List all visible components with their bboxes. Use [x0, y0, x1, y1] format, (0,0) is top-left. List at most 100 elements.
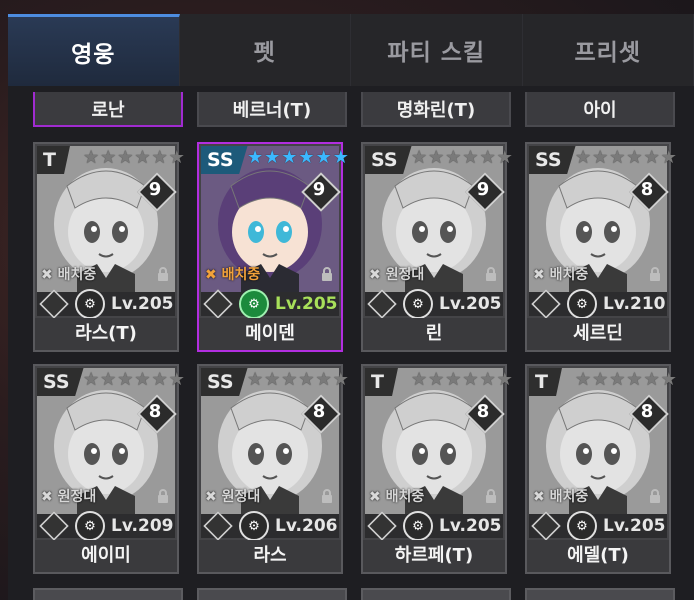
star-icon: ★: [462, 147, 479, 168]
star-icon: ★: [332, 369, 349, 390]
hero-name: 린: [363, 318, 505, 350]
hero-card-partial[interactable]: [361, 588, 511, 600]
hero-name-partial[interactable]: 로난: [33, 92, 183, 127]
hero-level: Lv.205: [439, 294, 502, 314]
deploy-status: ✖ 배치중: [533, 486, 588, 506]
hero-name: 에델(T): [527, 540, 669, 572]
tab-heroes[interactable]: 영웅: [8, 14, 180, 86]
awakening-badge: 8: [301, 394, 341, 434]
star-icon: ★: [315, 369, 332, 390]
status-text: 원정대: [57, 489, 97, 505]
star-icon: ★: [609, 369, 626, 390]
tab-party-skill[interactable]: 파티 스킬: [351, 14, 523, 86]
hero-info-bar: ⚙ Lv.209: [37, 511, 175, 541]
star-icon: ★: [609, 147, 626, 168]
star-rating: ★ ★ ★ ★ ★ ★: [411, 370, 513, 390]
hero-info-bar: ⚙ Lv.205: [365, 289, 503, 319]
hero-info-bar: ⚙ Lv.205: [37, 289, 175, 319]
star-icon: ★: [332, 147, 349, 168]
hero-card-partial[interactable]: [525, 588, 675, 600]
status-text: 배치중: [549, 489, 589, 505]
hero-card[interactable]: T ★ ★ ★ ★ ★ ★ 9 ✖ 배치중 ⚙ Lv.205 라스(T): [33, 142, 185, 352]
star-icon: ★: [445, 147, 462, 168]
hero-level: Lv.210: [603, 294, 666, 314]
tab-bar: 영웅 펫 파티 스킬 프리셋: [8, 14, 694, 86]
hero-name: 라스: [199, 540, 341, 572]
awakening-badge: 8: [629, 172, 669, 212]
star-icon: ★: [151, 369, 168, 390]
deploy-status: ✖ 원정대: [369, 264, 424, 284]
lock-icon[interactable]: [321, 266, 333, 281]
lock-icon[interactable]: [649, 266, 661, 281]
hero-card[interactable]: SS ★ ★ ★ ★ ★ ★ 8 ✖ 배치중 ⚙ Lv.210 세르딘: [525, 142, 677, 352]
hero-card[interactable]: T ★ ★ ★ ★ ★ ★ 8 ✖ 배치중 ⚙ Lv.205 하르페(T): [361, 364, 513, 574]
lock-icon[interactable]: [157, 488, 169, 503]
deploy-status: ✖ 원정대: [41, 486, 96, 506]
sword-icon: ✖: [533, 489, 545, 505]
tab-preset[interactable]: 프리셋: [523, 14, 694, 86]
lock-icon[interactable]: [485, 266, 497, 281]
sword-icon: ✖: [41, 489, 53, 505]
star-icon: ★: [462, 369, 479, 390]
hero-name: 메이덴: [199, 318, 341, 350]
sword-icon: ✖: [205, 267, 217, 283]
element-icon: ⚙: [567, 511, 597, 541]
lock-icon[interactable]: [157, 266, 169, 281]
hero-name-partial[interactable]: 베르너(T): [197, 92, 347, 127]
hero-name-partial[interactable]: 명화린(T): [361, 92, 511, 127]
lock-icon[interactable]: [321, 488, 333, 503]
star-icon: ★: [100, 369, 117, 390]
status-text: 원정대: [385, 267, 425, 283]
hero-level: Lv.206: [275, 516, 338, 536]
star-icon: ★: [83, 147, 100, 168]
star-icon: ★: [264, 147, 281, 168]
hero-card[interactable]: T ★ ★ ★ ★ ★ ★ 8 ✖ 배치중 ⚙ Lv.205 에델(T): [525, 364, 677, 574]
tab-pets[interactable]: 펫: [180, 14, 351, 86]
element-icon: ⚙: [403, 289, 433, 319]
star-icon: ★: [592, 369, 609, 390]
hero-level: Lv.205: [603, 516, 666, 536]
star-rating: ★ ★ ★ ★ ★ ★: [83, 370, 185, 390]
lock-icon[interactable]: [485, 488, 497, 503]
sword-icon: ✖: [205, 489, 217, 505]
hero-card[interactable]: SS ★ ★ ★ ★ ★ ★ 8 ✖ 원정대 ⚙ Lv.206 라스: [197, 364, 349, 574]
star-icon: ★: [626, 147, 643, 168]
hero-card[interactable]: SS ★ ★ ★ ★ ★ ★ 9 ✖ 배치중 ⚙ Lv.205 메이덴: [197, 142, 349, 352]
role-icon: [39, 511, 69, 541]
star-icon: ★: [575, 147, 592, 168]
hero-name: 에이미: [35, 540, 177, 572]
element-icon: ⚙: [75, 289, 105, 319]
hero-card-partial[interactable]: [197, 588, 347, 600]
awakening-value: 9: [312, 179, 326, 200]
hero-card[interactable]: SS ★ ★ ★ ★ ★ ★ 9 ✖ 원정대 ⚙ Lv.205 린: [361, 142, 513, 352]
star-rating: ★ ★ ★ ★ ★ ★: [575, 370, 677, 390]
sword-icon: ✖: [369, 489, 381, 505]
awakening-badge: 8: [465, 394, 505, 434]
star-icon: ★: [247, 147, 264, 168]
star-icon: ★: [134, 369, 151, 390]
hero-name-partial[interactable]: 아이: [525, 92, 675, 127]
element-icon: ⚙: [239, 289, 269, 319]
star-icon: ★: [134, 147, 151, 168]
star-icon: ★: [575, 369, 592, 390]
status-text: 배치중: [385, 489, 425, 505]
star-icon: ★: [117, 147, 134, 168]
hero-grid: 로난 베르너(T) 명화린(T) 아이 T ★ ★ ★ ★ ★ ★ 9 ✖ 배치중 ⚙ Lv.205…: [8, 86, 694, 600]
status-text: 배치중: [57, 267, 97, 283]
star-icon: ★: [298, 369, 315, 390]
sword-icon: ✖: [369, 267, 381, 283]
hero-level: Lv.205: [275, 294, 338, 314]
star-icon: ★: [315, 147, 332, 168]
hero-info-bar: ⚙ Lv.205: [365, 511, 503, 541]
element-icon: ⚙: [567, 289, 597, 319]
star-icon: ★: [479, 147, 496, 168]
star-rating: ★ ★ ★ ★ ★ ★: [575, 148, 677, 168]
deploy-status: ✖ 배치중: [205, 264, 260, 284]
awakening-value: 8: [476, 401, 490, 422]
hero-card-partial[interactable]: [33, 588, 183, 600]
awakening-badge: 9: [465, 172, 505, 212]
hero-card[interactable]: SS ★ ★ ★ ★ ★ ★ 8 ✖ 원정대 ⚙ Lv.209 에이미: [33, 364, 185, 574]
lock-icon[interactable]: [649, 488, 661, 503]
star-icon: ★: [151, 147, 168, 168]
hero-name: 세르딘: [527, 318, 669, 350]
